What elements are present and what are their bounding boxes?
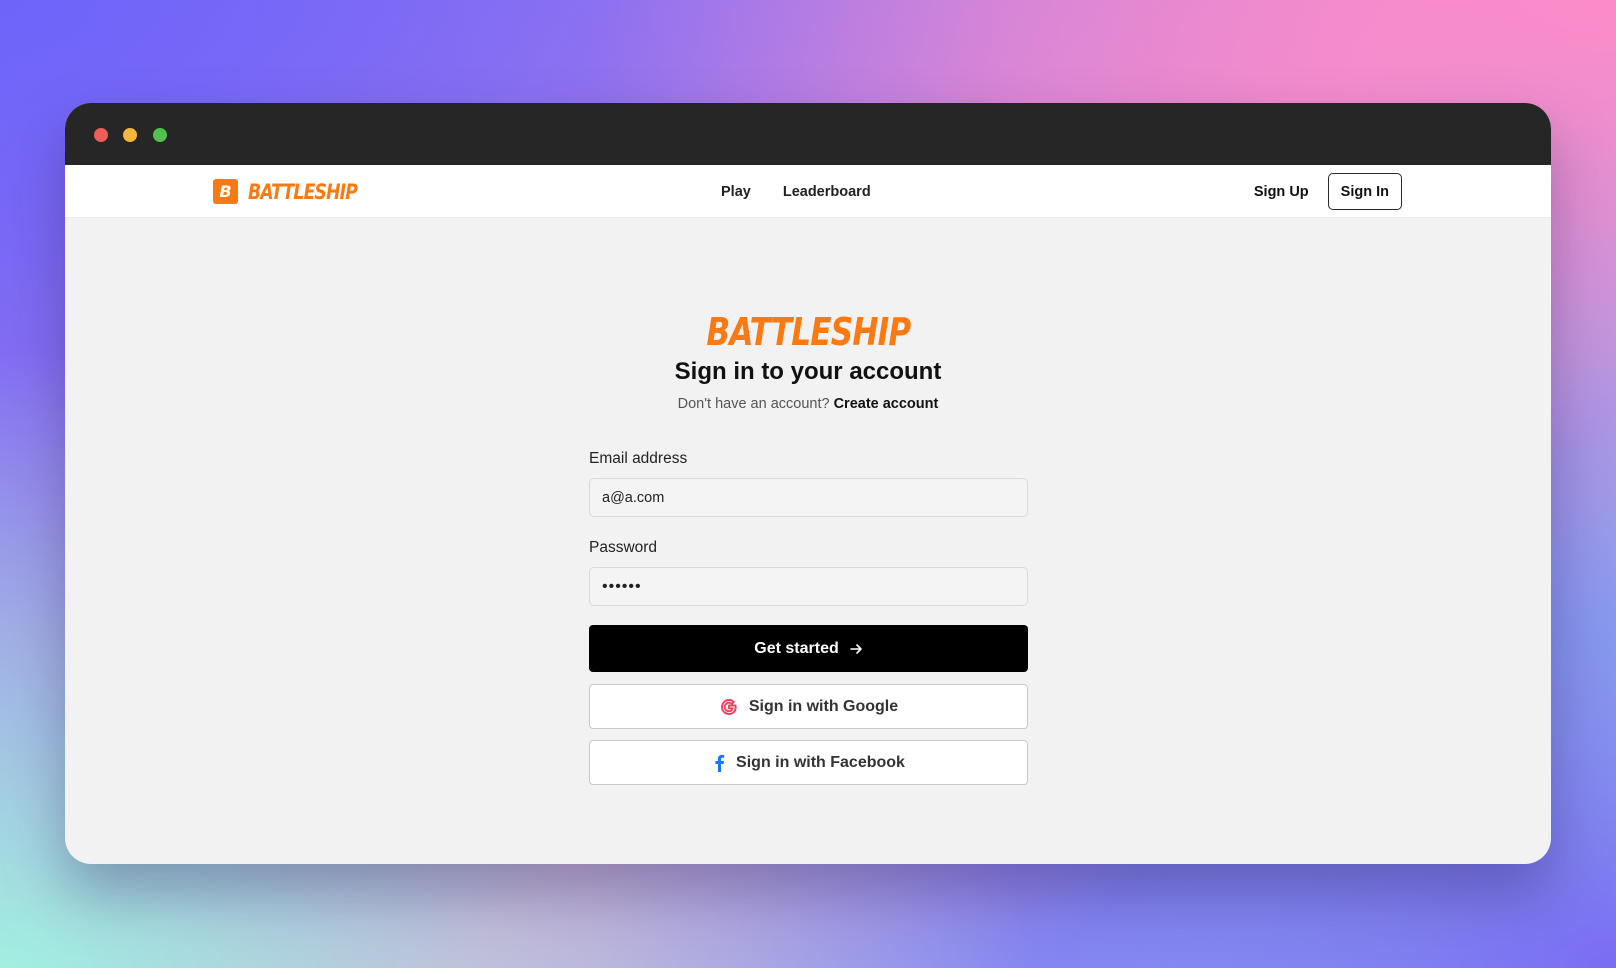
facebook-signin-button[interactable]: Sign in with Facebook (589, 740, 1028, 785)
arrow-right-icon (849, 642, 863, 656)
google-signin-button[interactable]: Sign in with Google (589, 684, 1028, 729)
email-field-group: Email address a@a.com (589, 450, 1028, 517)
nav-link-play[interactable]: Play (721, 184, 751, 200)
sign-in-button[interactable]: Sign In (1327, 173, 1402, 210)
get-started-label: Get started (754, 639, 839, 657)
brand-badge-icon: B (213, 179, 238, 204)
brand-name: BATTLESHIP (248, 179, 358, 204)
password-label: Password (589, 539, 658, 556)
signup-prompt: Don't have an account? Create account (65, 396, 1551, 412)
create-account-link[interactable]: Create account (834, 396, 939, 412)
page-title: Sign in to your account (674, 358, 942, 385)
signin-page: BATTLESHIP Sign in to your account Don't… (65, 218, 1551, 864)
close-window-button[interactable] (94, 128, 108, 142)
sign-up-link[interactable]: Sign Up (1254, 184, 1309, 200)
nav-auth-actions: Sign Up Sign In (1254, 173, 1402, 210)
signin-form: Email address a@a.com Password •••••• Ge… (589, 450, 1028, 785)
hero-logo-container: BATTLESHIP (65, 310, 1551, 354)
google-signin-label: Sign in with Google (748, 697, 899, 715)
get-started-button[interactable]: Get started (589, 625, 1028, 672)
password-field-group: Password •••••• (589, 539, 1028, 606)
window-titlebar (65, 103, 1551, 165)
password-input[interactable]: •••••• (589, 567, 1028, 606)
nav-link-leaderboard[interactable]: Leaderboard (783, 184, 871, 200)
email-input[interactable]: a@a.com (589, 478, 1028, 517)
browser-window: B BATTLESHIP Play Leaderboard Sign Up Si… (65, 103, 1551, 864)
email-label: Email address (589, 450, 688, 467)
facebook-icon (712, 753, 726, 773)
signup-prompt-text: Don't have an account? (677, 396, 830, 412)
top-navbar: B BATTLESHIP Play Leaderboard Sign Up Si… (65, 165, 1551, 218)
minimize-window-button[interactable] (123, 128, 137, 142)
nav-links: Play Leaderboard (721, 165, 871, 218)
brand-logo[interactable]: B BATTLESHIP (213, 179, 381, 204)
facebook-signin-label: Sign in with Facebook (736, 753, 905, 771)
maximize-window-button[interactable] (153, 128, 167, 142)
google-icon (719, 697, 739, 717)
hero-logo: BATTLESHIP (705, 310, 911, 354)
